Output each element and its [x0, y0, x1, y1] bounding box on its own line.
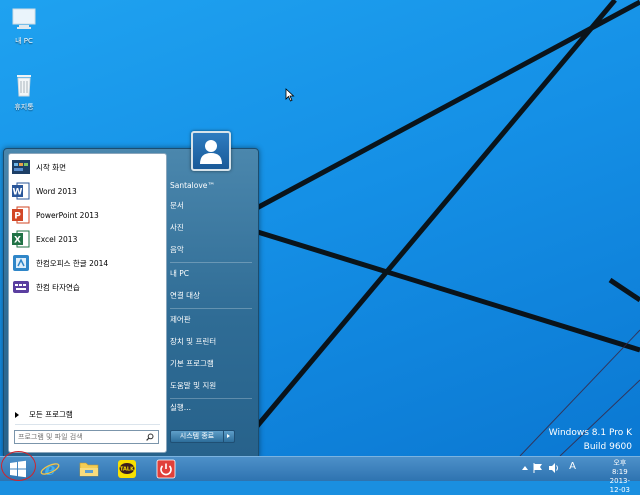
program-word[interactable]: W Word 2013 [12, 180, 164, 202]
kakaotalk-label: TALK [120, 467, 135, 473]
desktop-icon-my-pc[interactable]: 내 PC [0, 6, 48, 46]
watermark-build: Build 9600 [583, 442, 632, 452]
start-menu-help-support[interactable]: 도움말 및 지원 [170, 377, 254, 395]
internet-explorer-icon: e [40, 460, 60, 479]
kakaotalk-icon: TALK [118, 460, 136, 478]
search-box[interactable] [14, 430, 159, 444]
start-menu-documents[interactable]: 문서 [170, 197, 254, 215]
ime-language-indicator[interactable]: A [569, 461, 576, 472]
start-menu-my-pc[interactable]: 내 PC [170, 265, 254, 283]
desktop-icon-label: 내 PC [15, 37, 33, 45]
program-start-screen[interactable]: 시작 화면 [12, 156, 164, 178]
word-icon: W [12, 182, 30, 200]
start-menu-run[interactable]: 실행... [170, 399, 254, 417]
program-label: Word 2013 [36, 186, 77, 196]
program-label: Excel 2013 [36, 234, 78, 244]
divider [170, 308, 252, 309]
typing-practice-icon [12, 278, 30, 296]
start-menu-devices-printers[interactable]: 장치 및 프린터 [170, 333, 254, 351]
taskbar-clock[interactable]: 오후 8:19 2013-12-03 [610, 459, 630, 495]
svg-text:P: P [14, 212, 21, 222]
start-menu-music[interactable]: 음악 [170, 241, 254, 259]
taskbar-kakaotalk[interactable]: TALK [111, 458, 143, 480]
recycle-bin-icon [17, 75, 31, 97]
svg-text:X: X [14, 236, 21, 246]
desktop-icon-recycle-bin[interactable]: 휴지통 [0, 72, 48, 112]
hangul-icon [12, 254, 30, 272]
svg-text:e: e [45, 460, 56, 479]
shutdown-app-icon [156, 459, 176, 479]
excel-icon: X [12, 230, 30, 248]
start-menu-control-panel[interactable]: 제어판 [170, 311, 254, 329]
program-excel[interactable]: X Excel 2013 [12, 228, 164, 250]
arrow-right-icon [15, 411, 19, 418]
start-menu: 시작 화면 W Word 2013 P PowerPoint 2013 X Ex… [3, 131, 259, 458]
action-center-flag-icon[interactable] [532, 462, 544, 474]
start-button-highlight-circle [1, 451, 36, 481]
clock-time: 오후 8:19 [611, 459, 628, 476]
user-icon [200, 140, 222, 164]
search-icon[interactable] [146, 433, 154, 441]
mouse-cursor-icon [285, 88, 295, 102]
windows-version-watermark: Windows 8.1 Pro K Build 9600 [549, 426, 632, 454]
program-label: 한컴 타자연습 [36, 282, 80, 292]
watermark-edition: Windows 8.1 Pro K [548, 428, 632, 438]
start-screen-icon [12, 158, 30, 176]
desktop-icon-label: 휴지통 [14, 103, 34, 111]
program-label: PowerPoint 2013 [36, 210, 99, 220]
divider [15, 424, 160, 425]
taskbar-shutdown-app[interactable] [150, 458, 182, 480]
monitor-icon [12, 8, 36, 29]
user-avatar[interactable] [191, 131, 231, 171]
show-hidden-icons-icon[interactable] [522, 465, 528, 471]
powerpoint-icon: P [12, 206, 30, 224]
all-programs-label: 모든 프로그램 [29, 410, 73, 419]
search-input[interactable] [15, 432, 146, 442]
start-menu-user-name[interactable]: Santalove™ [170, 177, 254, 195]
taskbar-internet-explorer[interactable]: e [34, 458, 66, 480]
program-powerpoint[interactable]: P PowerPoint 2013 [12, 204, 164, 226]
program-label: 시작 화면 [36, 162, 66, 172]
volume-icon[interactable] [548, 462, 560, 474]
taskbar: e TALK A 오후 8:19 2013-12-03 [0, 456, 640, 494]
program-typing-practice[interactable]: 한컴 타자연습 [12, 276, 164, 298]
start-menu-program-list: 시작 화면 W Word 2013 P PowerPoint 2013 X Ex… [8, 153, 167, 453]
program-hangul[interactable]: 한컴오피스 한글 2014 [12, 252, 164, 274]
start-menu-default-programs[interactable]: 기본 프로그램 [170, 355, 254, 373]
shutdown-button[interactable]: 시스템 종료 [170, 430, 224, 443]
program-label: 한컴오피스 한글 2014 [36, 258, 109, 268]
shutdown-options-arrow[interactable] [223, 430, 235, 443]
start-menu-pictures[interactable]: 사진 [170, 219, 254, 237]
all-programs-button[interactable]: 모든 프로그램 [15, 409, 73, 420]
svg-text:W: W [13, 188, 23, 198]
taskbar-file-explorer[interactable] [73, 458, 105, 480]
divider [170, 262, 252, 263]
start-menu-connect-to[interactable]: 연결 대상 [170, 287, 254, 305]
file-explorer-icon [79, 462, 99, 477]
